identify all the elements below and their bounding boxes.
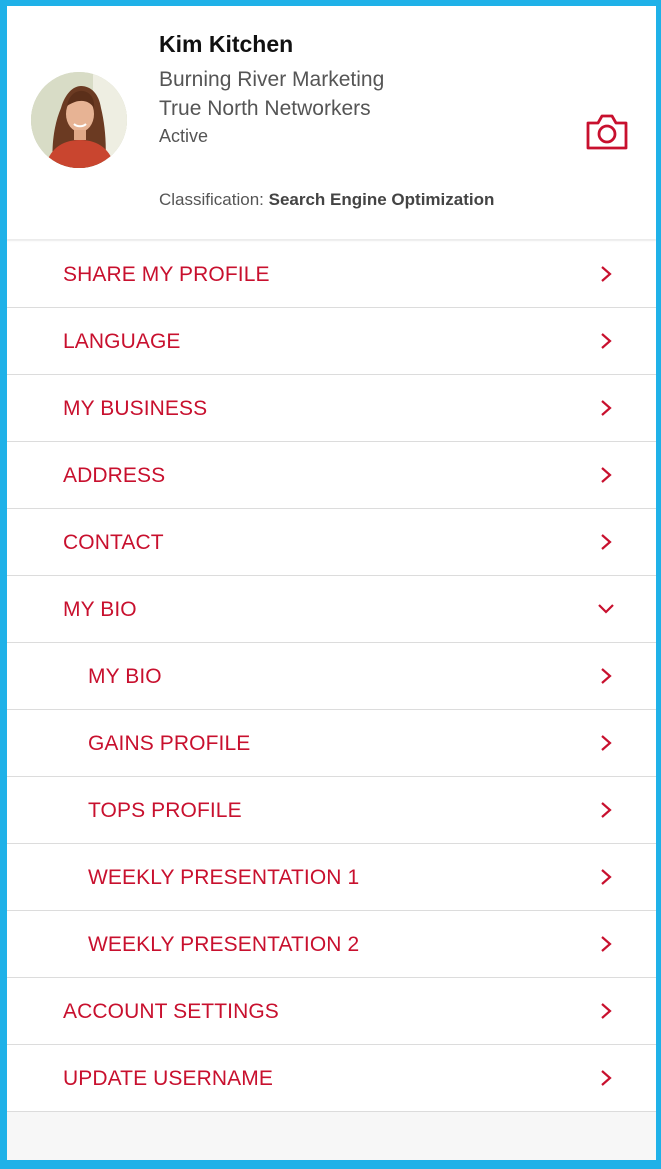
classification-value: Search Engine Optimization: [268, 190, 495, 209]
menu-item-label: UPDATE USERNAME: [63, 1067, 273, 1090]
submenu-item-weekly-presentation-1[interactable]: WEEKLY PRESENTATION 1: [7, 844, 656, 911]
menu-item-label: ACCOUNT SETTINGS: [63, 1000, 279, 1023]
camera-icon[interactable]: [585, 113, 629, 151]
classification-label: Classification:: [159, 190, 264, 209]
submenu-item-tops-profile[interactable]: TOPS PROFILE: [7, 777, 656, 844]
profile-classification: Classification: Search Engine Optimizati…: [159, 190, 494, 210]
menu-item-account-settings[interactable]: ACCOUNT SETTINGS: [7, 978, 656, 1045]
menu-item-label: ADDRESS: [63, 464, 166, 487]
chevron-right-icon: [597, 801, 615, 819]
chevron-right-icon: [597, 1002, 615, 1020]
submenu-item-label: WEEKLY PRESENTATION 1: [88, 866, 360, 889]
chevron-right-icon: [597, 533, 615, 551]
menu-item-my-business[interactable]: MY BUSINESS: [7, 375, 656, 442]
submenu-item-weekly-presentation-2[interactable]: WEEKLY PRESENTATION 2: [7, 911, 656, 978]
profile-menu: SHARE MY PROFILE LANGUAGE MY BUSINESS AD…: [7, 241, 656, 1112]
submenu-item-label: WEEKLY PRESENTATION 2: [88, 933, 360, 956]
profile-chapter: True North Networkers: [159, 97, 371, 120]
avatar: [31, 72, 127, 168]
menu-item-share-my-profile[interactable]: SHARE MY PROFILE: [7, 241, 656, 308]
menu-item-label: LANGUAGE: [63, 330, 181, 353]
submenu-item-my-bio[interactable]: MY BIO: [7, 643, 656, 710]
chevron-right-icon: [597, 868, 615, 886]
menu-item-label: MY BIO: [63, 598, 137, 621]
chevron-down-icon: [597, 600, 615, 618]
chevron-right-icon: [597, 1069, 615, 1087]
chevron-right-icon: [597, 466, 615, 484]
submenu-item-label: GAINS PROFILE: [88, 732, 251, 755]
submenu-item-label: TOPS PROFILE: [88, 799, 242, 822]
menu-item-label: MY BUSINESS: [63, 397, 208, 420]
menu-item-contact[interactable]: CONTACT: [7, 509, 656, 576]
chevron-right-icon: [597, 265, 615, 283]
avatar-photo: [31, 72, 127, 168]
menu-item-my-bio[interactable]: MY BIO: [7, 576, 656, 643]
app-frame: Kim Kitchen Burning River Marketing True…: [0, 0, 661, 1169]
chevron-right-icon: [597, 734, 615, 752]
submenu-item-label: MY BIO: [88, 665, 162, 688]
submenu-item-gains-profile[interactable]: GAINS PROFILE: [7, 710, 656, 777]
bottom-spacer: [7, 1112, 656, 1152]
menu-item-language[interactable]: LANGUAGE: [7, 308, 656, 375]
profile-status: Active: [159, 126, 209, 146]
chevron-right-icon: [597, 332, 615, 350]
chevron-right-icon: [597, 399, 615, 417]
menu-item-address[interactable]: ADDRESS: [7, 442, 656, 509]
profile-header: Kim Kitchen Burning River Marketing True…: [7, 6, 656, 239]
menu-item-label: SHARE MY PROFILE: [63, 263, 270, 286]
profile-company: Burning River Marketing: [159, 68, 385, 91]
profile-name: Kim Kitchen: [159, 31, 294, 57]
menu-item-label: CONTACT: [63, 531, 164, 554]
chevron-right-icon: [597, 667, 615, 685]
menu-item-update-username[interactable]: UPDATE USERNAME: [7, 1045, 656, 1112]
chevron-right-icon: [597, 935, 615, 953]
